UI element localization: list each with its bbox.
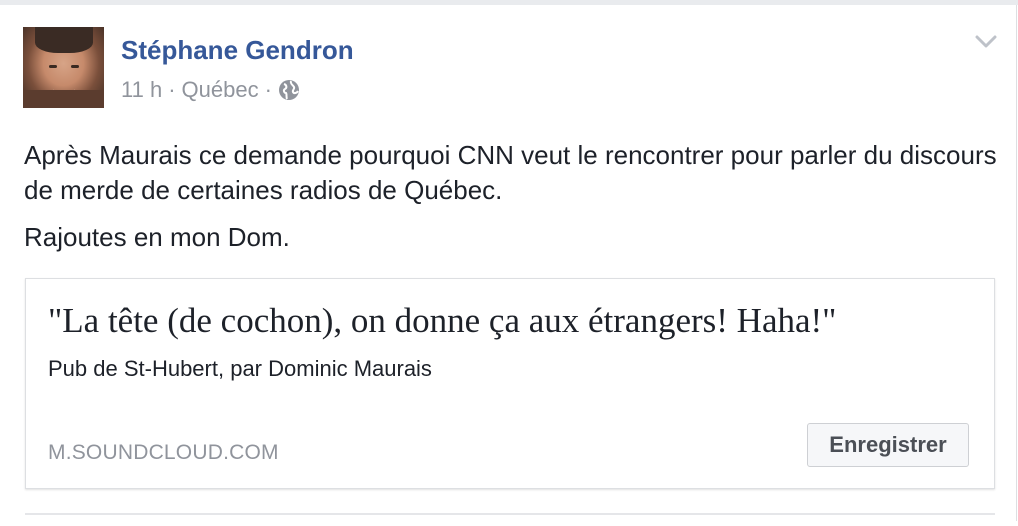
post-meta: 11 h · Québec · — [121, 76, 300, 104]
meta-separator: · — [168, 77, 176, 102]
link-title[interactable]: "La tête (de cochon), on donne ça aux ét… — [48, 301, 836, 341]
post-text-paragraph: Rajoutes en mon Dom. — [24, 222, 290, 252]
post-text-paragraph: Après Maurais ce demande pourquoi CNN ve… — [24, 140, 997, 205]
link-preview-card[interactable]: "La tête (de cochon), on donne ça aux ét… — [25, 278, 995, 489]
meta-separator-2: · — [264, 77, 272, 102]
author-avatar[interactable] — [23, 27, 104, 108]
chevron-down-icon[interactable] — [975, 34, 997, 50]
bottom-divider — [25, 513, 995, 515]
author-name-link[interactable]: Stéphane Gendron — [121, 35, 354, 66]
save-button[interactable]: Enregistrer — [807, 423, 969, 467]
post-timestamp[interactable]: 11 h — [121, 77, 162, 103]
globe-icon[interactable] — [278, 79, 300, 101]
avatar-eye-left — [49, 65, 57, 68]
post-location[interactable]: Québec — [182, 77, 259, 103]
link-domain: M.SOUNDCLOUD.COM — [48, 441, 279, 464]
post-body: Après Maurais ce demande pourquoi CNN ve… — [24, 138, 1004, 255]
avatar-hair — [35, 27, 93, 53]
link-description: Pub de St-Hubert, par Dominic Maurais — [48, 356, 432, 381]
avatar-shirt — [23, 90, 104, 108]
avatar-eye-right — [71, 65, 79, 68]
